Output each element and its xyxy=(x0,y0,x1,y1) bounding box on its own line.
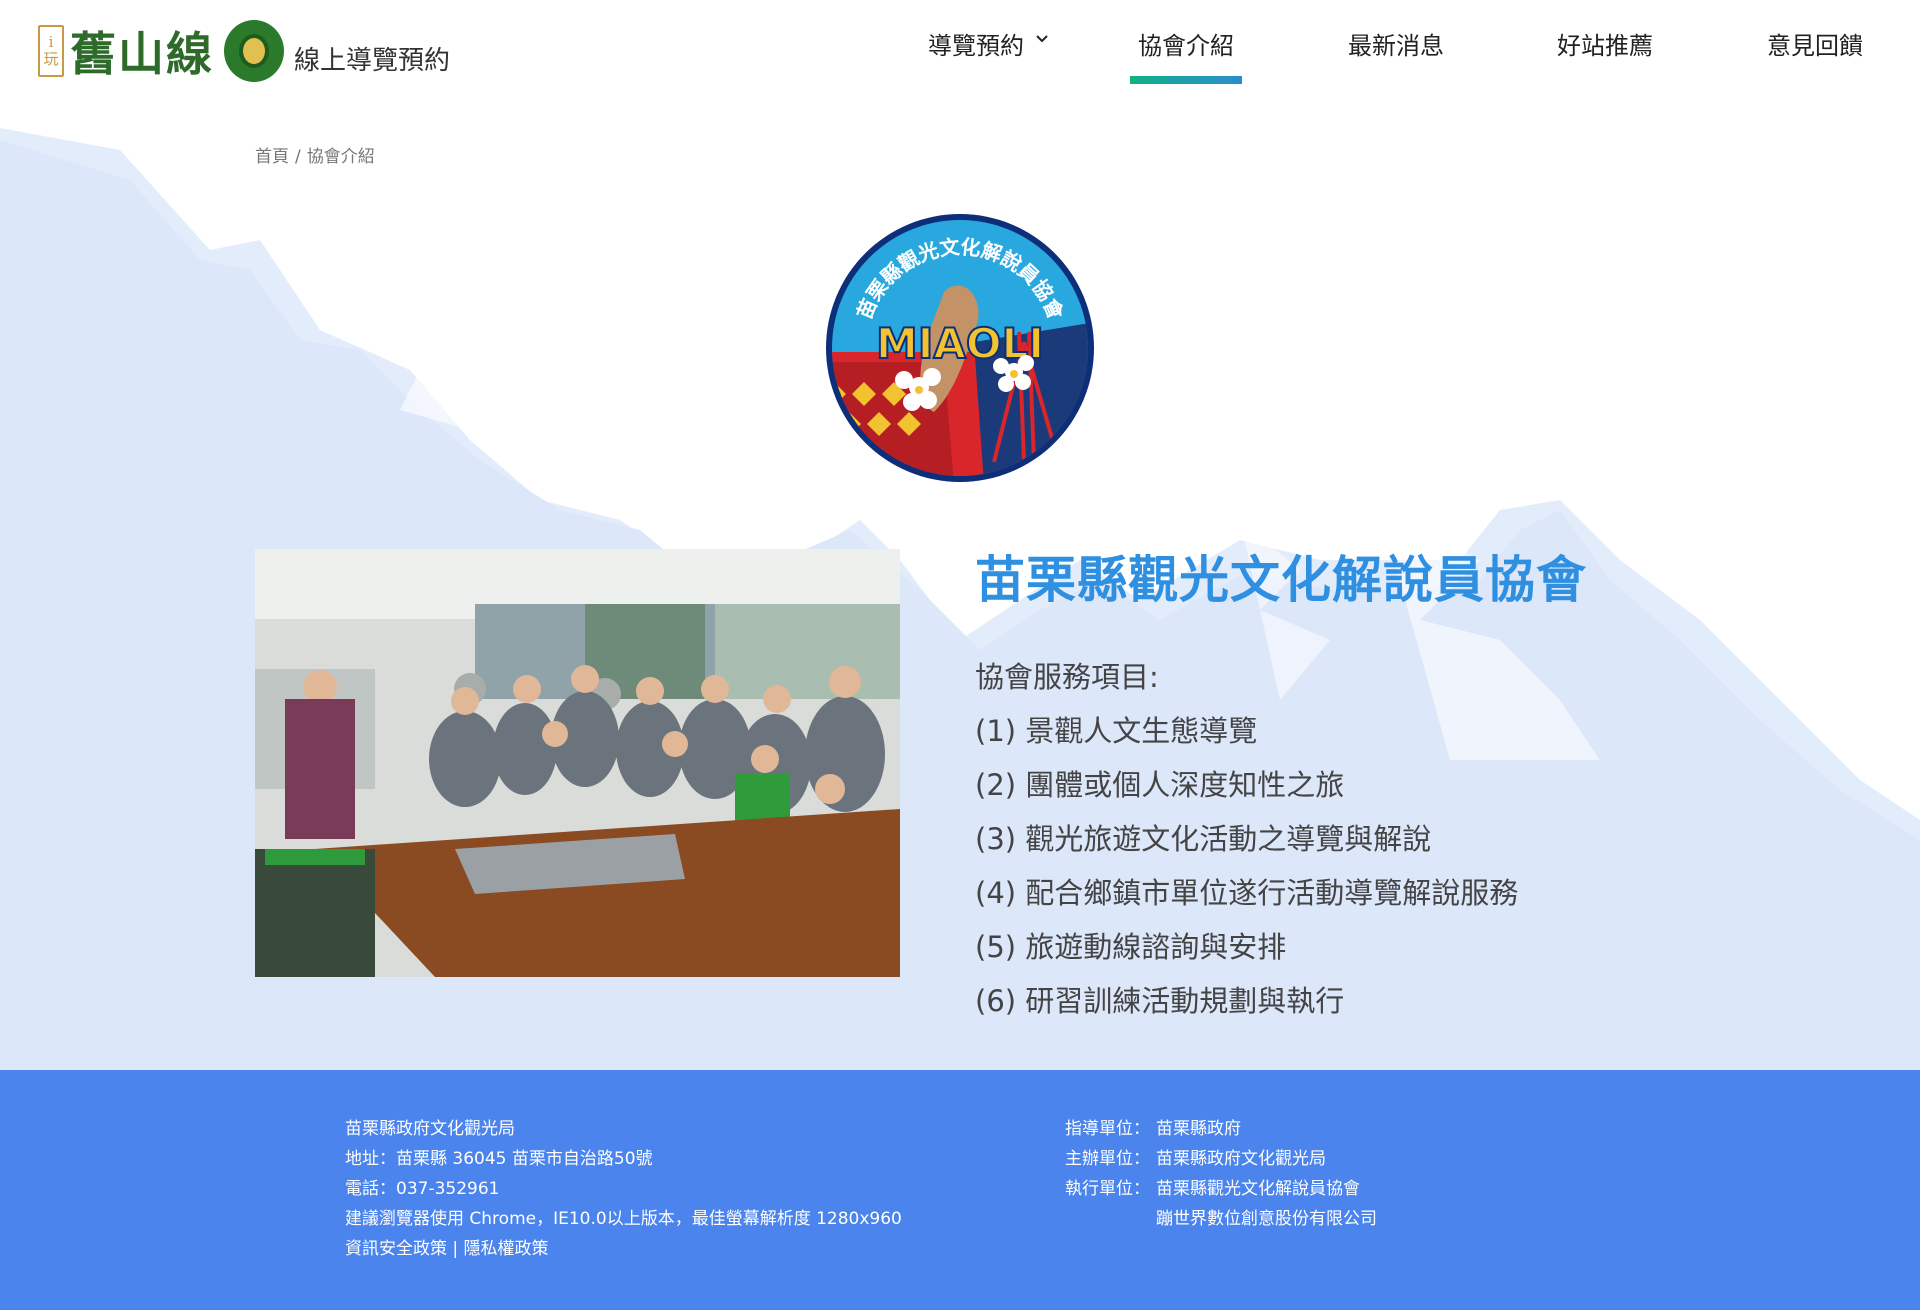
services-list: 協會服務項目: (1) 景觀人文生態導覽 (2) 團體或個人深度知性之旅 (3)… xyxy=(975,650,1587,1028)
main-nav: 導覽預約 協會介紹 最新消息 好站推薦 意見回饋 xyxy=(0,26,1920,86)
host-label: 主辦單位： xyxy=(1065,1149,1150,1169)
service-item: (2) 團體或個人深度知性之旅 xyxy=(975,768,1345,802)
exec-value-1: 苗栗縣觀光文化解說員協會 xyxy=(1156,1179,1360,1199)
guide-label: 指導單位： xyxy=(1065,1119,1150,1139)
site-footer: 苗栗縣政府文化觀光局 地址：苗栗縣 36045 苗栗市自治路50號 電話：037… xyxy=(0,1070,1920,1310)
footer-host-row: 主辦單位： 苗栗縣政府文化觀光局 xyxy=(1065,1144,1377,1174)
breadcrumb-home[interactable]: 首頁 xyxy=(255,147,289,167)
service-item: (1) 景觀人文生態導覽 xyxy=(975,714,1258,748)
association-title: 苗栗縣觀光文化解說員協會 xyxy=(975,551,1587,609)
association-intro: 苗栗縣觀光文化解說員協會 協會服務項目: (1) 景觀人文生態導覽 (2) 團體… xyxy=(975,540,1587,1028)
service-item: (3) 觀光旅遊文化活動之導覽與解說 xyxy=(975,822,1432,856)
exec-label: 執行單位： xyxy=(1065,1179,1150,1199)
host-value: 苗栗縣政府文化觀光局 xyxy=(1156,1149,1326,1169)
service-item: (6) 研習訓練活動規劃與執行 xyxy=(975,984,1345,1018)
breadcrumb-current: 協會介紹 xyxy=(306,147,375,167)
security-policy-link[interactable]: 資訊安全政策 xyxy=(345,1239,447,1259)
footer-browser-note: 建議瀏覽器使用 Chrome，IE10.0以上版本，最佳螢幕解析度 1280x9… xyxy=(345,1209,902,1229)
nav-news-label: 最新消息 xyxy=(1348,32,1444,60)
nav-association-label: 協會介紹 xyxy=(1138,32,1234,60)
nav-tour-booking-label: 導覽預約 xyxy=(928,32,1024,60)
footer-exec-row-2: 蹦世界數位創意股份有限公司 xyxy=(1065,1204,1377,1234)
service-item: (5) 旅遊動線諮詢與安排 xyxy=(975,930,1287,964)
nav-recommended-sites-label: 好站推薦 xyxy=(1557,32,1653,60)
association-emblem: 苗栗縣觀光文化解說員協會 MIAOLI xyxy=(826,214,1094,482)
footer-link-divider: | xyxy=(452,1239,459,1259)
group-photo xyxy=(255,549,900,977)
guide-value: 苗栗縣政府 xyxy=(1156,1119,1241,1139)
nav-feedback[interactable]: 意見回饋 xyxy=(1767,26,1863,84)
privacy-policy-link[interactable]: 隱私權政策 xyxy=(464,1239,549,1259)
breadcrumb-separator: / xyxy=(295,147,301,167)
footer-org: 苗栗縣政府文化觀光局 xyxy=(345,1119,515,1139)
nav-news[interactable]: 最新消息 xyxy=(1348,26,1444,84)
service-item: (4) 配合鄉鎮市單位遂行活動導覽解說服務 xyxy=(975,876,1519,910)
footer-guide-row: 指導單位： 苗栗縣政府 xyxy=(1065,1114,1377,1144)
nav-feedback-label: 意見回饋 xyxy=(1767,32,1863,60)
footer-organizers: 指導單位： 苗栗縣政府 主辦單位： 苗栗縣政府文化觀光局 執行單位： 苗栗縣觀光… xyxy=(1065,1114,1377,1234)
site-header: i 玩 舊山線 線上導覽預約 導覽預約 協會介紹 最新消息 好站推薦 意見回饋 xyxy=(0,0,1920,100)
footer-phone: 電話：037-352961 xyxy=(345,1179,500,1199)
footer-address: 地址：苗栗縣 36045 苗栗市自治路50號 xyxy=(345,1149,653,1169)
nav-association[interactable]: 協會介紹 xyxy=(1130,26,1242,84)
nav-tour-booking[interactable]: 導覽預約 xyxy=(928,26,1050,84)
exec-value-2: 蹦世界數位創意股份有限公司 xyxy=(1156,1209,1377,1229)
services-heading: 協會服務項目: xyxy=(975,660,1159,694)
footer-contact: 苗栗縣政府文化觀光局 地址：苗栗縣 36045 苗栗市自治路50號 電話：037… xyxy=(345,1114,902,1264)
footer-exec-row: 執行單位： 苗栗縣觀光文化解說員協會 xyxy=(1065,1174,1377,1204)
breadcrumb: 首頁 / 協會介紹 xyxy=(255,142,375,167)
nav-recommended-sites[interactable]: 好站推薦 xyxy=(1557,26,1653,84)
footer-links: 資訊安全政策 | 隱私權政策 xyxy=(345,1234,902,1264)
chevron-down-icon xyxy=(1036,35,1048,43)
